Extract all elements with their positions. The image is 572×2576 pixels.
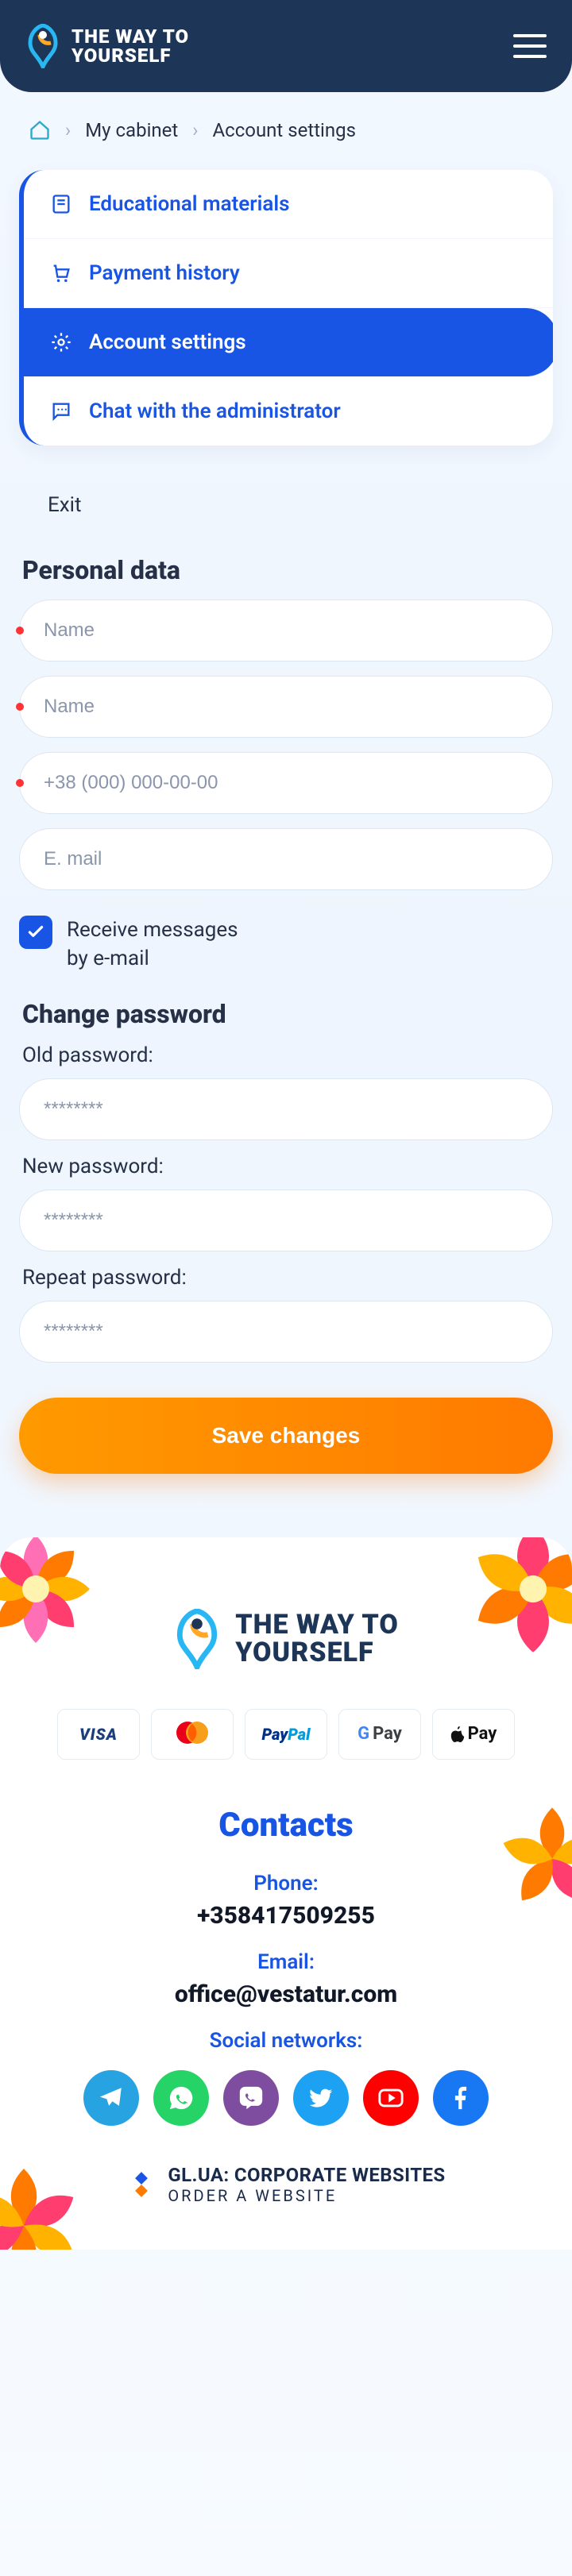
- social-links: [29, 2070, 543, 2126]
- nav-label: Account settings: [89, 330, 246, 354]
- field-last-name: [19, 676, 553, 738]
- applepay-icon: Pay: [450, 1724, 497, 1744]
- social-youtube-icon[interactable]: [363, 2070, 419, 2126]
- required-dot-icon: [16, 627, 24, 634]
- brand-line2: YOURSELF: [72, 46, 189, 65]
- field-phone: [19, 752, 553, 814]
- logo-mark-icon: [173, 1609, 221, 1669]
- repeat-password-label: Repeat password:: [22, 1266, 550, 1290]
- breadcrumb: › My cabinet › Account settings: [19, 111, 553, 170]
- glua-logo-icon: [126, 2169, 157, 2200]
- brand-text: THE WAY TO YOURSELF: [72, 27, 189, 66]
- payment-visa: VISA: [57, 1709, 140, 1760]
- phone-label: Phone:: [29, 1872, 543, 1895]
- home-icon[interactable]: [29, 119, 51, 141]
- cabinet-nav: Educational materials Payment history Ac…: [19, 170, 553, 445]
- flower-decoration-icon: [0, 1537, 103, 1656]
- social-telegram-icon[interactable]: [83, 2070, 139, 2126]
- new-password-label: New password:: [22, 1155, 550, 1178]
- field-old-password: [19, 1078, 553, 1140]
- required-dot-icon: [16, 779, 24, 787]
- old-password-label: Old password:: [22, 1043, 550, 1067]
- flower-decoration-icon: [0, 2154, 95, 2250]
- chevron-right-icon: ›: [192, 119, 198, 141]
- glua-text: GL.UA: CORPORATE WEBSITES ORDER A WEBSIT…: [168, 2164, 445, 2205]
- nav-educational-materials[interactable]: Educational materials: [24, 170, 553, 239]
- flower-decoration-icon: [485, 1791, 572, 1926]
- payment-methods: VISA PayPal G Pay P: [29, 1709, 543, 1760]
- email-input[interactable]: [19, 828, 553, 890]
- gpay-icon: G Pay: [358, 1724, 402, 1744]
- mastercard-icon: [170, 1719, 214, 1749]
- brand-line2: YOURSELF: [235, 1639, 399, 1667]
- developer-credit[interactable]: GL.UA: CORPORATE WEBSITES ORDER A WEBSIT…: [29, 2164, 543, 2205]
- chk-label-line1: Receive messages: [67, 916, 238, 944]
- social-viber-icon[interactable]: [223, 2070, 279, 2126]
- chevron-right-icon: ›: [65, 119, 71, 141]
- receive-emails-checkbox[interactable]: [19, 916, 52, 949]
- nav-payment-history[interactable]: Payment history: [24, 239, 553, 308]
- brand-line1: THE WAY TO: [72, 27, 189, 46]
- personal-data-title: Personal data: [22, 555, 550, 585]
- nav-label: Educational materials: [89, 192, 289, 216]
- contact-email: Email: office@vestatur.com: [29, 1950, 543, 2008]
- menu-hamburger-icon[interactable]: [513, 34, 547, 58]
- nav-chat-admin[interactable]: Chat with the administrator: [24, 377, 553, 445]
- old-password-input[interactable]: [19, 1078, 553, 1140]
- social-facebook-icon[interactable]: [433, 2070, 489, 2126]
- social-networks-label: Social networks:: [29, 2029, 543, 2053]
- phone-input[interactable]: [19, 752, 553, 814]
- cart-icon: [49, 261, 73, 285]
- contact-phone: Phone: +358417509255: [29, 1872, 543, 1930]
- last-name-input[interactable]: [19, 676, 553, 738]
- logo-mark-icon: [25, 24, 60, 68]
- chk-label-line2: by e-mail: [67, 944, 238, 973]
- field-first-name: [19, 600, 553, 661]
- nav-account-settings[interactable]: Account settings: [24, 308, 553, 377]
- app-header: THE WAY TO YOURSELF: [0, 0, 572, 92]
- breadcrumb-cabinet[interactable]: My cabinet: [85, 119, 178, 141]
- visa-icon: VISA: [79, 1725, 118, 1744]
- site-footer: THE WAY TO YOURSELF VISA PayPal G: [0, 1537, 572, 2250]
- first-name-input[interactable]: [19, 600, 553, 661]
- social-twitter-icon[interactable]: [293, 2070, 349, 2126]
- brand-logo[interactable]: THE WAY TO YOURSELF: [25, 24, 189, 68]
- contacts-title: Contacts: [29, 1806, 543, 1845]
- field-email: [19, 828, 553, 890]
- phone-value[interactable]: +358417509255: [29, 1902, 543, 1930]
- nav-label: Chat with the administrator: [89, 399, 341, 423]
- paypal-icon: PayPal: [262, 1725, 311, 1744]
- exit-button[interactable]: Exit: [48, 493, 82, 517]
- change-password-title: Change password: [22, 999, 550, 1029]
- email-label: Email:: [29, 1950, 543, 1974]
- nav-label: Payment history: [89, 261, 240, 285]
- footer-brand-text: THE WAY TO YOURSELF: [235, 1611, 399, 1666]
- chat-icon: [49, 399, 73, 423]
- brand-line1: THE WAY TO: [235, 1611, 399, 1639]
- book-icon: [49, 192, 73, 216]
- glua-line2: ORDER A WEBSITE: [168, 2186, 445, 2205]
- save-changes-button[interactable]: Save changes: [19, 1398, 553, 1474]
- social-whatsapp-icon[interactable]: [153, 2070, 209, 2126]
- breadcrumb-current: Account settings: [212, 119, 356, 141]
- glua-line1: GL.UA: CORPORATE WEBSITES: [168, 2164, 445, 2186]
- exit-row: Exit: [19, 474, 553, 536]
- gear-icon: [49, 330, 73, 354]
- receive-emails-row: Receive messages by e-mail: [19, 904, 553, 980]
- payment-paypal: PayPal: [245, 1709, 327, 1760]
- payment-mastercard: [151, 1709, 234, 1760]
- new-password-input[interactable]: [19, 1190, 553, 1251]
- field-repeat-password: [19, 1301, 553, 1363]
- flower-decoration-icon: [458, 1537, 572, 1664]
- receive-emails-label: Receive messages by e-mail: [67, 916, 238, 974]
- email-value[interactable]: office@vestatur.com: [29, 1980, 543, 2008]
- repeat-password-input[interactable]: [19, 1301, 553, 1363]
- payment-applepay: Pay: [432, 1709, 515, 1760]
- payment-gpay: G Pay: [338, 1709, 421, 1760]
- field-new-password: [19, 1190, 553, 1251]
- required-dot-icon: [16, 703, 24, 711]
